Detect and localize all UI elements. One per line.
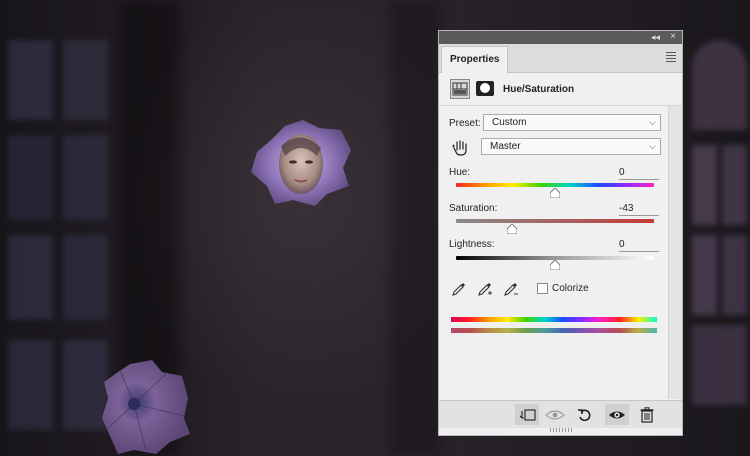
channel-select[interactable]: Master ⌵ [481,138,661,155]
preset-label: Preset: [449,118,481,129]
reset-button[interactable] [573,404,597,425]
eye-previous-icon [545,409,565,420]
resize-grip[interactable] [550,428,572,432]
saturation-value-field[interactable]: -43 [619,203,659,216]
saturation-slider-thumb[interactable] [507,224,518,234]
properties-panel: ◂◂ × Properties Hue/Saturation Preset: C… [438,30,683,436]
panel-titlebar[interactable]: ◂◂ × [439,31,682,44]
saturation-label: Saturation: [449,203,498,214]
eyedropper-minus-icon[interactable] [503,281,519,297]
clip-to-layer-button[interactable] [515,404,539,425]
clip-to-layer-icon [519,408,536,421]
panel-tabbar: Properties [439,44,682,73]
preset-value: Custom [492,117,527,128]
eyedropper-plus-icon[interactable] [477,281,493,297]
panel-bottom-bar [439,400,682,428]
tab-properties[interactable]: Properties [441,46,509,73]
pillar-shadow [390,0,440,456]
hue-slider-thumb[interactable] [550,188,560,198]
chevron-down-icon: ⌵ [649,117,656,127]
lightness-value-field[interactable]: 0 [619,239,659,252]
hue-label: Hue: [449,167,471,178]
eye-icon [609,411,625,418]
reset-icon [578,408,591,421]
flower-face [251,120,351,206]
hue-value-field[interactable]: 0 [619,167,659,180]
adjustment-layer-icon[interactable] [450,79,470,99]
hand-icon[interactable] [451,138,471,158]
lightness-label: Lightness: [449,239,495,250]
adjustment-title: Hue/Saturation [503,84,575,95]
colorize-checkbox[interactable] [537,283,548,294]
toggle-visibility-button[interactable] [605,404,629,425]
preset-select[interactable]: Custom ⌵ [483,114,661,131]
scrollbar[interactable] [668,106,682,399]
lightness-slider-thumb[interactable] [550,260,560,270]
saturation-slider-track[interactable] [456,219,654,223]
eyedropper-icon[interactable] [451,281,467,297]
panel-menu-icon[interactable] [666,52,676,64]
close-icon[interactable]: × [670,31,676,43]
colorize-label: Colorize [552,283,589,294]
window-right [682,20,750,420]
adjustment-header: Hue/Saturation [439,73,682,106]
hue-slider-track[interactable] [456,183,654,187]
flower-petunia [102,360,190,454]
trash-icon [640,406,654,423]
input-color-spectrum [451,317,657,322]
layer-mask-icon[interactable] [476,81,494,96]
collapse-icon[interactable]: ◂◂ [651,32,660,43]
output-color-spectrum [451,328,657,333]
delete-button[interactable] [635,404,659,425]
chevron-down-icon: ⌵ [649,141,656,151]
channel-value: Master [490,141,521,152]
view-previous-state-button[interactable] [543,404,567,425]
